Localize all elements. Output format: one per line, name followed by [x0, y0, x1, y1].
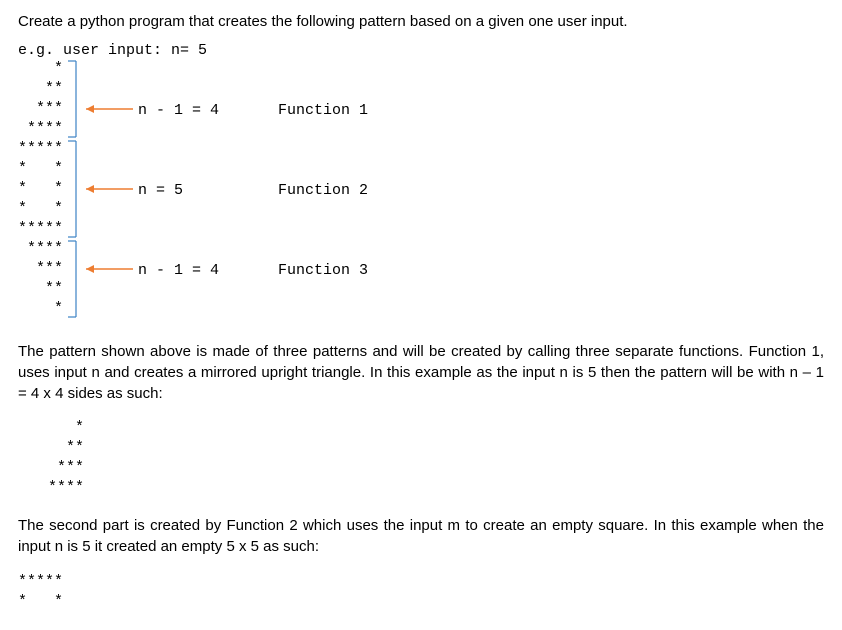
anno-3-function: Function 3	[278, 261, 368, 281]
annotation-arrows	[18, 59, 138, 324]
instruction-text: Create a python program that creates the…	[18, 12, 824, 32]
anno-1-label: n - 1 = 4	[138, 101, 219, 121]
explanation-function-1: The pattern shown above is made of three…	[18, 342, 824, 404]
explanation-function-2: The second part is created by Function 2…	[18, 516, 824, 557]
triangle-sample-pattern: * ** *** ****	[48, 418, 824, 498]
square-sample-pattern: ***** * *	[18, 572, 824, 612]
pattern-diagram: * ** *** **** ***** * * * * * * ***** **…	[18, 59, 824, 324]
anno-3-label: n - 1 = 4	[138, 261, 219, 281]
example-input-line: e.g. user input: n= 5	[18, 42, 824, 59]
anno-2-label: n = 5	[138, 181, 183, 201]
anno-1-function: Function 1	[278, 101, 368, 121]
anno-2-function: Function 2	[278, 181, 368, 201]
